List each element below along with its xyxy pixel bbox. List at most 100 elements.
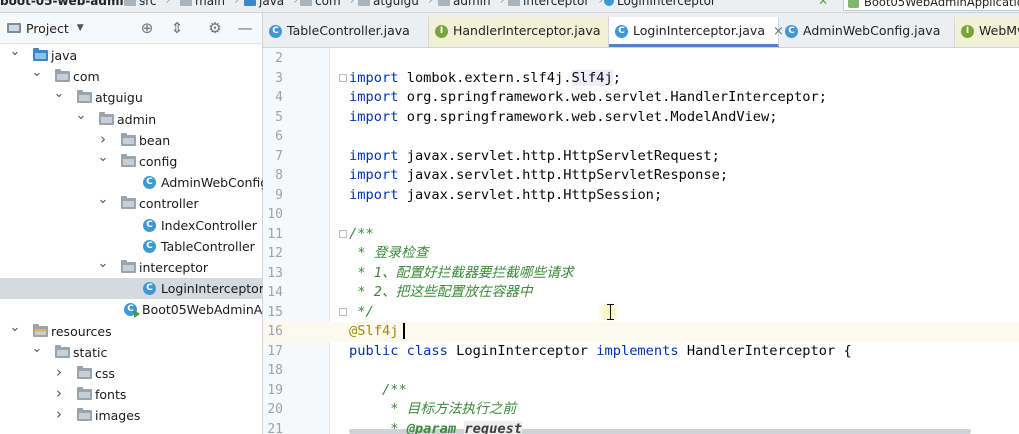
tree-item-admin[interactable]: ⌄ admin	[0, 108, 262, 130]
chevron-right-icon: ›	[349, 0, 355, 8]
code-line: 12 * 登录检查	[263, 244, 1019, 264]
project-panel-title[interactable]: Project	[26, 21, 69, 36]
class-icon: C	[143, 176, 156, 190]
tree-item-label: static	[73, 344, 108, 360]
package-icon	[121, 196, 136, 210]
hide-panel-icon[interactable]: —	[236, 19, 254, 37]
tab-handlerinterceptor-java[interactable]: I HandlerInterceptor.java	[429, 17, 609, 47]
chevron-down-icon[interactable]: ⌄	[53, 83, 65, 104]
tree-item-static[interactable]: ⌄ static	[0, 341, 262, 363]
code-token: import	[349, 186, 399, 203]
collapse-all-icon[interactable]: ⇕	[168, 19, 186, 37]
folder-icon	[77, 408, 92, 422]
tree-item-label: atguigu	[95, 90, 143, 106]
tree-item-bean[interactable]: › bean	[0, 130, 262, 151]
line-number: 7	[275, 148, 283, 164]
chevron-right-icon: ›	[427, 0, 434, 8]
interface-icon: I	[961, 25, 974, 38]
code-token: @Slf4j	[349, 323, 399, 339]
code-line: 4 import org.springframework.web.servlet.…	[263, 88, 1019, 108]
tree-item-label: css	[95, 366, 115, 381]
breadcrumb-item-src[interactable]: src ›	[124, 0, 171, 9]
code-line: 2	[263, 49, 1019, 69]
breadcrumb-item-java[interactable]: java ›	[244, 0, 298, 9]
breadcrumb-item-interceptor[interactable]: interceptor ›	[508, 0, 603, 9]
breadcrumb-label: com	[315, 0, 341, 8]
code-text: * 登录检查	[349, 244, 428, 264]
tree-item-fonts[interactable]: › fonts	[0, 384, 262, 405]
tree-item-label: config	[139, 154, 178, 169]
tab-webmvcconfigurer[interactable]: I WebMvcConfigurer	[955, 17, 1019, 47]
breadcrumb-item-atguigu[interactable]: atguigu ›	[358, 0, 433, 9]
tree-item-css[interactable]: › css	[0, 363, 262, 384]
code-text: import lombok.extern.slf4j.Slf4j;	[349, 69, 621, 89]
package-icon	[508, 0, 520, 6]
breadcrumb-item-logininterceptor[interactable]: LoginInterceptor	[604, 0, 716, 9]
tree-item-config[interactable]: ⌄ config	[0, 150, 262, 172]
run-configuration-label: Boot05WebAdminApplication	[864, 0, 1019, 9]
line-number: 17	[267, 343, 283, 359]
locate-file-icon[interactable]: ⊕	[138, 19, 156, 37]
tree-item-images[interactable]: › images	[0, 405, 262, 426]
tree-item-adminwebconfig[interactable]: C AdminWebConfig	[0, 172, 268, 193]
package-icon	[121, 154, 136, 167]
tree-item-controller[interactable]: ⌄ controller	[0, 192, 262, 214]
breadcrumb-item-admin[interactable]: admin ›	[438, 0, 505, 9]
chevron-right-icon[interactable]: ›	[53, 383, 65, 404]
tree-item-indexcontroller[interactable]: C IndexController	[0, 215, 262, 236]
tree-item-label: java	[51, 48, 78, 63]
chevron-down-icon[interactable]: ⌄	[75, 105, 87, 126]
breadcrumb-item-com[interactable]: com ›	[300, 0, 355, 9]
code-token: javax.servlet.http.HttpSession;	[406, 186, 663, 203]
code-text: import org.springframework.web.servlet.H…	[349, 88, 827, 108]
tree-item-interceptor[interactable]: ⌄ interceptor	[0, 256, 262, 278]
tab-logininterceptor-java[interactable]: C LoginInterceptor.java ×	[609, 17, 784, 47]
navigation-breadcrumb: boot-05-web-admin › src › main › java › com ›…	[0, 0, 1019, 13]
class-icon: C	[124, 303, 140, 319]
run-configuration-selector[interactable]: Boot05WebAdminApplication	[843, 0, 1019, 11]
fold-marker-icon[interactable]	[339, 73, 347, 82]
chevron-down-icon[interactable]: ⌄	[31, 62, 43, 83]
line-number: 13	[267, 265, 283, 281]
chevron-down-icon[interactable]: ⌄	[9, 41, 21, 62]
chevron-right-icon[interactable]: ›	[53, 362, 65, 383]
line-number: 8	[275, 168, 283, 183]
breadcrumb-item-main[interactable]: main ›	[180, 0, 239, 9]
line-number: 12	[267, 246, 283, 261]
tree-item-tablecontroller[interactable]: C TableController	[0, 236, 262, 257]
chevron-down-icon[interactable]: ⌄	[97, 147, 109, 168]
tree-item-com[interactable]: ⌄ com	[0, 65, 262, 87]
code-text: import org.springframework.web.servlet.M…	[349, 108, 778, 128]
code-editor[interactable]: 2 3 import lombok.extern.slf4j.Slf4j; 4 impo…	[263, 48, 1019, 434]
tab-tablecontroller-java[interactable]: C TableController.java	[263, 17, 429, 47]
gear-icon[interactable]: ⚙	[206, 19, 224, 37]
chevron-right-icon: ›	[233, 0, 240, 8]
tree-item-label: IndexController	[161, 217, 257, 233]
code-token: org.springframework.web.servlet.HandlerI…	[406, 89, 827, 105]
tab-adminwebconfig-java[interactable]: C AdminWebConfig.java	[779, 17, 955, 47]
chevron-down-icon[interactable]: ⌄	[97, 189, 109, 210]
line-number: 2	[275, 51, 283, 66]
code-line: 5 import org.springframework.web.servlet.…	[263, 108, 1019, 128]
fold-marker-icon[interactable]	[339, 307, 347, 316]
chevron-right-icon[interactable]: ›	[53, 404, 65, 425]
folder-icon	[77, 387, 92, 401]
build-hammer-icon[interactable]: ⚒	[818, 0, 828, 6]
fold-marker-icon[interactable]	[339, 229, 347, 238]
class-icon	[604, 0, 614, 6]
tree-item-boot05webadminapplication[interactable]: C Boot05WebAdminApplication	[0, 299, 324, 320]
tree-item-atguigu[interactable]: ⌄ atguigu	[0, 86, 262, 108]
breadcrumb-label: main	[195, 0, 225, 8]
line-number: 3	[275, 70, 283, 86]
package-icon	[300, 0, 312, 6]
tree-item-label: fonts	[95, 387, 127, 403]
code-token: * 目标方法执行之前	[349, 401, 517, 417]
chevron-down-icon[interactable]: ⌄	[9, 317, 21, 338]
tree-item-label: com	[73, 69, 100, 85]
chevron-down-icon[interactable]: ⌄	[31, 338, 43, 359]
tree-item-logininterceptor[interactable]: C LoginInterceptor	[0, 278, 264, 300]
chevron-down-icon[interactable]: ▼	[77, 23, 84, 33]
code-token: javax.servlet.http.HttpServletResponse;	[406, 167, 729, 183]
tab-label: TableController.java	[287, 23, 410, 38]
chevron-down-icon[interactable]: ⌄	[97, 253, 109, 274]
